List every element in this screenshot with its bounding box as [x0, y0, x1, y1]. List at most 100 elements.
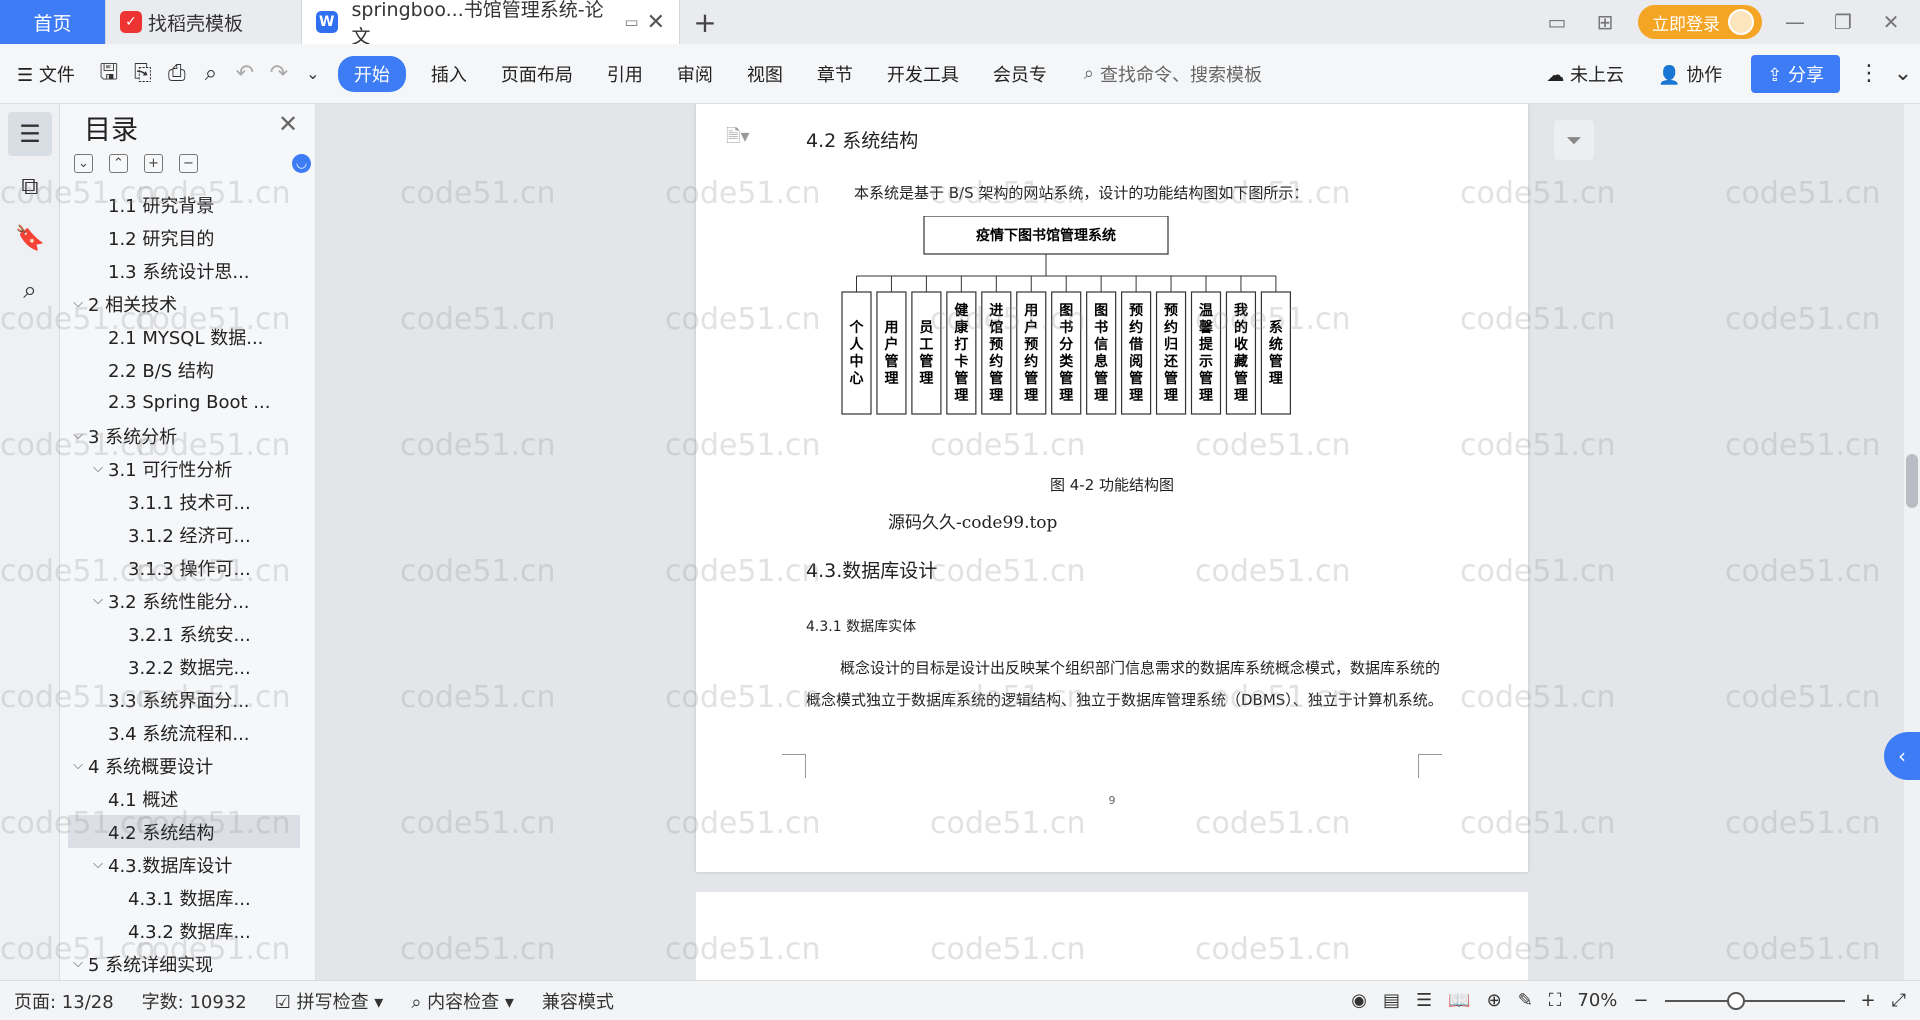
ribbon-tab-start[interactable]: 开始	[337, 55, 406, 92]
toc-item[interactable]: 4.3.1 数据库...	[68, 881, 300, 914]
toc-item[interactable]: ⌵ 3.1 可行性分析	[68, 452, 300, 485]
collapse-ribbon-icon[interactable]: ⌄	[1886, 57, 1920, 91]
find-icon[interactable]: ⌕	[8, 268, 52, 312]
save-icon[interactable]: 🖫	[92, 57, 126, 91]
ribbon-tab-layout[interactable]: 页面布局	[484, 61, 590, 87]
file-menu[interactable]: ☰ 文件	[0, 61, 92, 87]
share-button[interactable]: ⇪ 分享	[1751, 54, 1840, 93]
toc-item[interactable]: 4.1 概述	[68, 782, 300, 815]
ribbon-tab-view[interactable]: 视图	[730, 61, 800, 87]
zoom-slider-knob[interactable]	[1726, 991, 1745, 1010]
tab-document[interactable]: Wspringboo...书馆管理系统-论文 ▭ ✕	[302, 0, 680, 48]
ribbon-tab-section[interactable]: 章节	[800, 61, 870, 87]
toc-item[interactable]: 3.4 系统流程和...	[68, 716, 300, 749]
login-button[interactable]: 立即登录	[1638, 5, 1762, 39]
read-view-icon[interactable]: 📖	[1448, 990, 1470, 1011]
zoom-slider[interactable]	[1664, 991, 1845, 1010]
undo-icon[interactable]: ↶	[228, 57, 262, 91]
toc-item-label: 3.1.2 经济可...	[128, 525, 251, 547]
toc-item[interactable]: 1.1 研究背景	[68, 188, 300, 221]
toc-item[interactable]: 3.1.2 经济可...	[68, 518, 300, 551]
filter-icon[interactable]: ⏷	[1554, 120, 1594, 160]
toc-item[interactable]: 4.3.2 数据库...	[68, 914, 300, 947]
export-icon[interactable]: ⎘	[126, 57, 160, 91]
toc-panel-icon[interactable]: ☰	[8, 112, 52, 156]
content-check-button[interactable]: ⌕ 内容检查 ▾	[397, 988, 528, 1014]
chevron-down-icon[interactable]: ⌵	[88, 593, 108, 608]
close-icon[interactable]: ✕	[278, 110, 298, 138]
section-nav-icon[interactable]: ⧉	[8, 164, 52, 208]
bookmark-icon[interactable]: 🔖	[8, 216, 52, 260]
ribbon-tab-reference[interactable]: 引用	[590, 61, 660, 87]
scroll-thumb[interactable]	[1906, 454, 1918, 508]
eye-protect-icon[interactable]: ◉	[1351, 990, 1367, 1011]
toc-item[interactable]: ⌵ 3 系统分析	[68, 419, 300, 452]
toc-item[interactable]: 2.1 MYSQL 数据...	[68, 320, 300, 353]
chevron-down-icon[interactable]: ⌵	[68, 296, 88, 311]
paragraph-options-icon[interactable]: 🗎▾	[726, 124, 750, 154]
add-heading-icon[interactable]: +	[144, 154, 163, 173]
preview-icon[interactable]: ⌕	[194, 57, 228, 91]
print-icon[interactable]: ⎙	[160, 57, 194, 91]
toc-item[interactable]: ⌵ 3.2 系统性能分...	[68, 584, 300, 617]
restore-icon[interactable]: ❐	[1828, 10, 1858, 34]
vertical-scrollbar[interactable]	[1904, 104, 1920, 980]
cloud-status[interactable]: ☁ 未上云	[1529, 61, 1641, 87]
toc-item[interactable]: 4.2 系统结构	[68, 815, 300, 848]
outline-view-icon[interactable]: ☰	[1416, 990, 1432, 1011]
fullscreen-icon[interactable]: ⤢	[1892, 990, 1906, 1011]
toc-item[interactable]: 2.3 Spring Boot ...	[68, 386, 300, 419]
spell-check-button[interactable]: ☑ 拼写检查 ▾	[261, 988, 398, 1014]
tab-home[interactable]: 首页	[0, 0, 106, 44]
ribbon-tab-member[interactable]: 会员专	[976, 61, 1064, 87]
toc-item[interactable]: 3.3 系统界面分...	[68, 683, 300, 716]
close-window-icon[interactable]: ✕	[1876, 10, 1906, 34]
toc-item[interactable]: ⌵ 2 相关技术	[68, 287, 300, 320]
toc-item[interactable]: ⌵ 5 系统详细实现	[68, 947, 300, 980]
ribbon-tab-devtools[interactable]: 开发工具	[870, 61, 976, 87]
tab-template[interactable]: ✓ 找稻壳模板	[106, 0, 302, 44]
apps-grid-icon[interactable]: ⊞	[1590, 10, 1620, 34]
more-chevron-icon[interactable]: ⌄	[296, 57, 330, 91]
toc-item[interactable]: 3.1.3 操作可...	[68, 551, 300, 584]
zoom-out-icon[interactable]: −	[1633, 990, 1648, 1011]
expand-all-icon[interactable]: ⌄	[74, 154, 93, 173]
word-count[interactable]: 字数: 10932	[128, 988, 261, 1014]
chevron-down-icon[interactable]: ⌵	[88, 857, 108, 872]
zoom-in-icon[interactable]: +	[1861, 990, 1876, 1011]
toc-item[interactable]: 1.2 研究目的	[68, 221, 300, 254]
collab-button[interactable]: 👤 协作	[1641, 61, 1739, 87]
chevron-down-icon[interactable]: ⌵	[68, 428, 88, 443]
page-number: 9	[1108, 794, 1116, 807]
page-view-icon[interactable]: ▤	[1383, 990, 1400, 1011]
ai-assist-icon[interactable]: ◡	[292, 154, 311, 173]
remove-heading-icon[interactable]: −	[179, 154, 198, 173]
toc-item[interactable]: ⌵ 4.3.数据库设计	[68, 848, 300, 881]
new-tab-button[interactable]: +	[680, 0, 730, 44]
minimize-icon[interactable]: —	[1780, 10, 1810, 34]
toc-item[interactable]: 1.3 系统设计思...	[68, 254, 300, 287]
toc-item[interactable]: 3.2.1 系统安...	[68, 617, 300, 650]
chevron-down-icon[interactable]: ⌵	[68, 956, 88, 971]
toc-item[interactable]: 3.1.1 技术可...	[68, 485, 300, 518]
redo-icon[interactable]: ↷	[262, 57, 296, 91]
diagram-module-box	[1260, 291, 1291, 415]
layout-icon[interactable]: ▭	[1542, 10, 1572, 34]
zoom-level[interactable]: 70%	[1577, 990, 1617, 1011]
more-icon[interactable]: ⋮	[1852, 57, 1886, 91]
ribbon-tab-insert[interactable]: 插入	[414, 61, 484, 87]
chevron-down-icon[interactable]: ⌵	[68, 758, 88, 773]
ribbon-tab-review[interactable]: 审阅	[660, 61, 730, 87]
command-search[interactable]: ⌕ 查找命令、搜索模板	[1084, 61, 1262, 87]
web-view-icon[interactable]: ⊕	[1487, 990, 1502, 1011]
toc-item[interactable]: 2.2 B/S 结构	[68, 353, 300, 386]
toc-item[interactable]: 3.2.2 数据完...	[68, 650, 300, 683]
toc-item[interactable]: ⌵ 4 系统概要设计	[68, 749, 300, 782]
screen-icon[interactable]: ▭	[624, 13, 638, 31]
write-mode-icon[interactable]: ✎	[1518, 990, 1533, 1011]
chevron-down-icon[interactable]: ⌵	[88, 461, 108, 476]
fit-page-icon[interactable]: ⛶	[1549, 990, 1562, 1011]
page-indicator[interactable]: 页面: 13/28	[0, 988, 128, 1014]
collapse-all-icon[interactable]: ⌃	[109, 154, 128, 173]
close-tab-icon[interactable]: ✕	[647, 10, 665, 35]
